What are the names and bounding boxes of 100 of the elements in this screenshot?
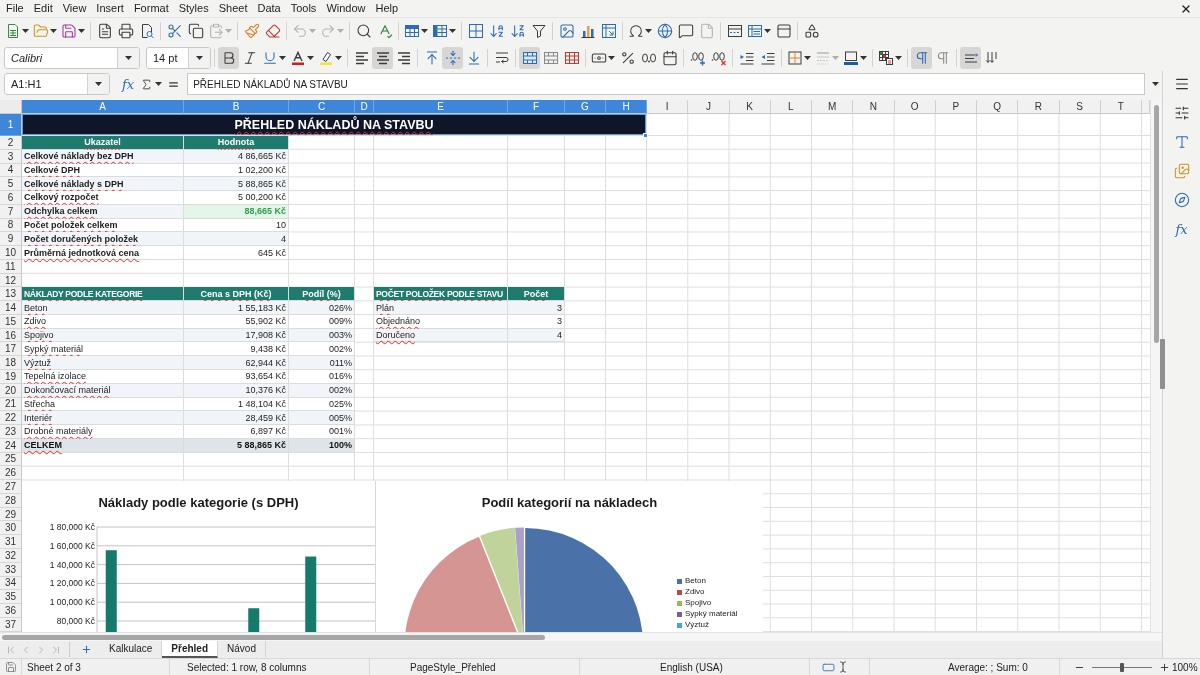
caret-icon xyxy=(155,82,163,86)
menu-item[interactable]: Help xyxy=(370,0,404,17)
text-style-icon xyxy=(1173,134,1190,150)
split-window-icon xyxy=(775,23,792,39)
align-middle-icon xyxy=(444,49,461,66)
status-text: English (USA) xyxy=(660,661,723,673)
table-cell: 93,654 Kč xyxy=(184,370,289,384)
row-header[interactable]: 23 xyxy=(0,425,22,439)
column-header[interactable]: L xyxy=(770,100,812,114)
menu-item[interactable]: Sheet xyxy=(213,0,253,17)
menu-item[interactable]: View xyxy=(57,0,92,17)
row-header[interactable]: 2 xyxy=(0,136,22,150)
header-cell: NÁKLADY PODLE KATEGORIE xyxy=(22,287,184,302)
eraser-icon xyxy=(264,23,281,39)
row-header[interactable]: 19 xyxy=(0,370,22,384)
column-header[interactable]: S xyxy=(1059,100,1101,114)
scrollbar-thumb[interactable] xyxy=(2,635,545,640)
row-header[interactable]: 17 xyxy=(0,342,22,357)
row-header[interactable]: 6 xyxy=(0,191,22,205)
horizontal-scrollbar[interactable] xyxy=(0,632,1162,641)
functions-button[interactable]: fx xyxy=(1169,218,1194,240)
row-header[interactable]: 36 xyxy=(0,604,22,618)
caret-icon xyxy=(335,55,342,60)
font-size-field[interactable]: 14 pt xyxy=(146,46,211,69)
text-direction-horizontal-button[interactable] xyxy=(960,46,981,69)
column-header[interactable]: H xyxy=(606,100,647,114)
bar-chart-icon xyxy=(579,23,596,39)
sheet-tab[interactable]: Přehled xyxy=(162,641,219,658)
undo-icon xyxy=(292,23,308,39)
column-header[interactable]: N xyxy=(853,100,895,114)
font-name-field[interactable]: Calibri xyxy=(4,46,140,69)
column-header[interactable]: O xyxy=(894,100,936,114)
formula-input[interactable]: PŘEHLED NÁKLADŮ NA STAVBU xyxy=(187,73,1145,95)
merge-center-button[interactable] xyxy=(519,46,540,69)
column-header[interactable]: E xyxy=(374,100,508,114)
pivot-table-icon xyxy=(600,23,617,39)
row-header[interactable]: 13 xyxy=(0,287,22,302)
row-header[interactable]: 5 xyxy=(0,177,22,192)
highlighter-icon xyxy=(318,49,334,66)
column-header[interactable]: I xyxy=(647,100,689,114)
column-header[interactable]: C xyxy=(289,100,355,114)
caret-icon xyxy=(449,29,456,33)
row-header[interactable]: 18 xyxy=(0,356,22,370)
menu-item[interactable]: Edit xyxy=(28,0,58,17)
row-header[interactable]: 35 xyxy=(0,590,22,605)
spreadsheet-icon xyxy=(5,23,21,39)
menu-item[interactable]: Window xyxy=(321,0,371,17)
conditional-format-icon xyxy=(878,49,894,66)
function-wizard-button[interactable]: fx xyxy=(120,74,137,94)
menu-item[interactable]: Data xyxy=(252,0,286,17)
center-vertically-button[interactable] xyxy=(442,46,463,69)
column-header[interactable]: K xyxy=(729,100,771,114)
column-header[interactable]: D xyxy=(355,100,374,114)
row-header[interactable]: 30 xyxy=(0,521,22,536)
row-header[interactable]: 31 xyxy=(0,535,22,549)
menu-item[interactable]: Tools xyxy=(285,0,322,17)
fill-handle[interactable] xyxy=(643,133,648,138)
menu-item[interactable]: Format xyxy=(128,0,174,17)
slider-thumb[interactable] xyxy=(1120,662,1124,672)
column-header[interactable]: P xyxy=(935,100,977,114)
menu-item[interactable]: Styles xyxy=(173,0,214,17)
column-header[interactable]: R xyxy=(1018,100,1060,114)
column-header[interactable]: J xyxy=(688,100,730,114)
dropdown-button[interactable] xyxy=(188,47,210,68)
sidebar-handle[interactable] xyxy=(1160,339,1165,389)
column-header[interactable]: M xyxy=(812,100,854,114)
sort-descending-icon xyxy=(509,23,526,39)
row-header[interactable]: 22 xyxy=(0,411,22,426)
header-cell: Hodnota xyxy=(184,136,289,150)
menu-item[interactable]: File xyxy=(1,0,29,17)
row-header[interactable]: 9 xyxy=(0,232,22,247)
row-header[interactable]: 1 xyxy=(0,114,22,136)
column-header[interactable]: B xyxy=(184,100,289,114)
column-header[interactable]: T xyxy=(1100,100,1142,114)
bold-button[interactable] xyxy=(218,46,239,69)
row-header[interactable]: 27 xyxy=(0,480,22,494)
menu-item[interactable]: Insert xyxy=(91,0,129,17)
name-box[interactable]: A1:H1 xyxy=(4,73,110,95)
row-header[interactable]: 14 xyxy=(0,301,22,315)
scrollbar-thumb[interactable] xyxy=(1154,105,1159,343)
column-header[interactable]: A xyxy=(22,100,184,114)
globe-icon xyxy=(656,23,673,39)
column-header[interactable]: Q xyxy=(977,100,1019,114)
table-cell: Celkové DPH xyxy=(22,163,184,178)
align-center-button[interactable] xyxy=(372,46,393,69)
left-to-right-button[interactable] xyxy=(911,46,932,69)
axis-label: 1 60,000 Kč xyxy=(49,540,95,551)
align-left-icon xyxy=(353,49,370,66)
row-header[interactable]: 26 xyxy=(0,466,22,481)
status-text: Selected: 1 row, 8 columns xyxy=(187,661,307,673)
copy-icon xyxy=(187,23,204,39)
image-icon xyxy=(558,23,575,39)
dropdown-button[interactable] xyxy=(117,47,139,68)
vertical-scrollbar[interactable] xyxy=(1150,100,1162,632)
column-header[interactable]: G xyxy=(565,100,606,114)
dropdown-button[interactable] xyxy=(87,74,109,94)
column-header[interactable]: F xyxy=(508,100,565,114)
row-header[interactable]: 10 xyxy=(0,246,22,260)
gallery-icon xyxy=(1173,163,1190,179)
shapes-icon xyxy=(803,23,820,39)
